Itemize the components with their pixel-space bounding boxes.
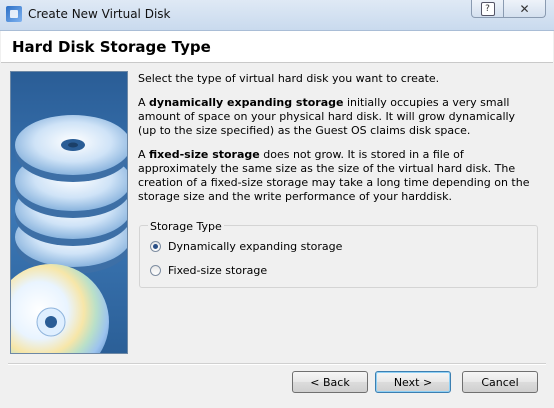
window-title: Create New Virtual Disk bbox=[28, 7, 171, 21]
title-bar: Create New Virtual Disk ? ✕ bbox=[0, 0, 554, 31]
cancel-button[interactable]: Cancel bbox=[462, 371, 538, 393]
dynamic-term: dynamically expanding storage bbox=[149, 96, 344, 109]
back-button[interactable]: < Back bbox=[292, 371, 368, 393]
dynamic-prefix: A bbox=[138, 96, 150, 109]
wizard-disk-image bbox=[10, 71, 128, 354]
description-panel: Select the type of virtual hard disk you… bbox=[138, 72, 533, 214]
fixed-prefix: A bbox=[138, 148, 150, 161]
radio-dynamic-label[interactable]: Dynamically expanding storage bbox=[168, 240, 342, 253]
title-bar-buttons: ? ✕ bbox=[471, 0, 546, 20]
radio-dynamic-storage[interactable]: Dynamically expanding storage bbox=[150, 240, 342, 253]
intro-text: Select the type of virtual hard disk you… bbox=[138, 72, 440, 85]
storage-type-legend: Storage Type bbox=[148, 220, 224, 233]
back-button-label: < Back bbox=[310, 375, 350, 389]
help-icon: ? bbox=[480, 1, 495, 16]
radio-fixed-storage[interactable]: Fixed-size storage bbox=[150, 264, 267, 277]
close-icon: ✕ bbox=[519, 1, 530, 16]
footer-separator bbox=[8, 363, 546, 365]
storage-type-group: Storage Type Dynamically expanding stora… bbox=[139, 220, 538, 288]
help-button[interactable]: ? bbox=[471, 0, 504, 18]
radio-fixed-label[interactable]: Fixed-size storage bbox=[168, 264, 267, 277]
radio-button-checked-icon[interactable] bbox=[150, 241, 161, 252]
fixed-description: A fixed-size storage does not grow. It i… bbox=[138, 148, 533, 204]
next-button[interactable]: Next > bbox=[375, 371, 451, 393]
stacked-disks-icon bbox=[11, 115, 127, 353]
page-header: Hard Disk Storage Type bbox=[1, 31, 553, 63]
radio-button-unchecked-icon[interactable] bbox=[150, 265, 161, 276]
fixed-term: fixed-size storage bbox=[149, 148, 260, 161]
cancel-button-label: Cancel bbox=[481, 375, 519, 389]
next-button-label: Next > bbox=[393, 375, 433, 389]
close-button[interactable]: ✕ bbox=[504, 0, 546, 18]
page-title: Hard Disk Storage Type bbox=[12, 38, 211, 56]
dynamic-description: A dynamically expanding storage initiall… bbox=[138, 96, 533, 138]
virtualbox-app-icon bbox=[6, 6, 22, 22]
